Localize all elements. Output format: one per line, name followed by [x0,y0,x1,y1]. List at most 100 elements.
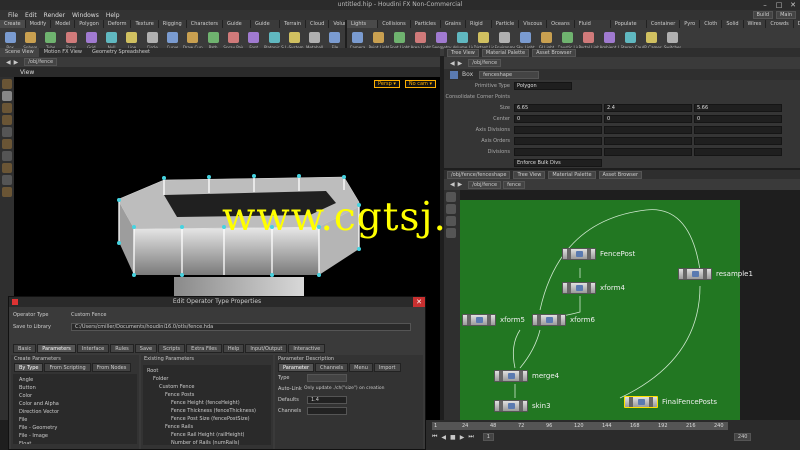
handle-tool-icon[interactable] [2,127,12,137]
scale-tool-icon[interactable] [2,115,12,125]
forward-arrow-icon[interactable]: ▶ [458,181,463,188]
param-field[interactable]: Polygon [514,81,572,90]
dialog-close-button[interactable]: ✕ [413,297,425,307]
color-icon[interactable] [446,216,456,226]
shelf-tab-polygon[interactable]: Polygon [75,20,104,28]
layout-icon[interactable] [446,192,456,202]
shelf-tab-volume[interactable]: Volume [329,20,345,28]
param-field[interactable] [604,125,692,134]
release-dropdown[interactable]: Main [776,11,796,19]
param-field[interactable] [514,125,602,134]
node-body[interactable] [678,268,712,280]
node-body[interactable] [562,248,596,260]
node-xform5[interactable]: xform5 [462,314,525,326]
shelf-tab-particles[interactable]: Particles [411,20,441,28]
shelf-tab-pyro-fx[interactable]: Pyro FX [680,20,701,28]
shelf-tab-texture[interactable]: Texture [131,20,159,28]
param-field[interactable]: 2.4 [604,103,692,112]
shelf-tab-cloud-fx[interactable]: Cloud FX [306,20,330,28]
param-tree-item[interactable]: Fence Thickness (fenceThickness) [147,407,267,415]
node-body[interactable] [462,314,496,326]
param-tree-item[interactable]: Custom Fence [147,383,267,391]
defaults-field[interactable]: 1.4 [307,395,347,404]
dialog-tab-input-output[interactable]: Input/Output [245,343,288,353]
param-tree-item[interactable]: Fence Rail Height (railHeight) [147,431,267,439]
view-tool-icon[interactable] [2,151,12,161]
param-field[interactable]: 0 [604,114,692,123]
shelf-tab-collisions[interactable]: Collisions [378,20,411,28]
param-field[interactable] [604,136,692,145]
param-type-item[interactable]: File - Geometry [19,424,131,432]
network-path-field[interactable]: /obj/fence [468,180,502,189]
network-tab-material-palette[interactable]: Material Palette [548,170,596,179]
dialog-tab-scripts[interactable]: Scripts [158,343,186,353]
shelf-tab-particle-fluids[interactable]: Particle Fluids [492,20,520,28]
play-icon[interactable]: ▶ [460,434,465,441]
param-type-item[interactable]: File [19,416,131,424]
shelf-tab-grains[interactable]: Grains [441,20,467,28]
subtab-from-scripting[interactable]: From Scripting [44,363,91,372]
param-tree-item[interactable]: Folder [147,375,267,383]
scene-path-field[interactable]: /obj/fence [24,58,58,66]
stop-icon[interactable]: ■ [450,434,456,441]
subtab-channels[interactable]: Channels [315,363,349,372]
subtab-parameter[interactable]: Parameter [278,363,315,372]
parameter-path-field[interactable]: /obj/fence [468,59,502,67]
subtab-import[interactable]: Import [373,363,401,372]
param-tab-tree-view[interactable]: Tree View [447,48,479,57]
back-arrow-icon[interactable]: ◀ [450,181,455,188]
node-fencepost[interactable]: FencePost [562,248,635,260]
param-type-item[interactable]: Color [19,392,131,400]
network-node-field[interactable]: fence [503,180,525,189]
tab-motion-fx[interactable]: Motion FX View [39,48,87,57]
param-tree-item[interactable]: Fence Rails [147,423,267,431]
subtab-by-type[interactable]: By Type [14,363,44,372]
back-arrow-icon[interactable]: ◀ [6,59,11,66]
param-type-item[interactable]: Float [19,440,131,444]
shelf-tab-crowds[interactable]: Crowds [766,20,794,28]
light-tool-icon[interactable] [2,187,12,197]
network-editor[interactable]: FencePost xform4 resample1 xform5 xform6… [460,200,753,420]
shelf-tab-container-tools[interactable]: Container Tools [647,20,681,28]
dialog-tab-rules[interactable]: Rules [110,343,134,353]
node-body[interactable] [562,282,596,294]
shelf-tab-cloth[interactable]: Cloth [700,20,723,28]
network-tab-asset-browser[interactable]: Asset Browser [598,170,643,179]
dialog-tab-help[interactable]: Help [222,343,245,353]
param-tab-material-palette[interactable]: Material Palette [481,48,530,57]
pose-tool-icon[interactable] [2,139,12,149]
play-back-icon[interactable]: ◀ [441,434,446,441]
param-type-item[interactable]: Angle [19,376,131,384]
network-tab-obj-fence-fenceshape[interactable]: /obj/fence/fenceshape [447,170,511,179]
node-finalfenceposts[interactable]: FinalFencePosts [624,396,717,408]
end-frame-field[interactable]: 240 [733,433,752,441]
snap-tool-icon[interactable] [2,163,12,173]
play-last-icon[interactable]: ⏭ [468,433,473,441]
param-type-item[interactable]: Color and Alpha [19,400,131,408]
dialog-tab-save[interactable]: Save [134,343,158,353]
maximize-button[interactable]: □ [772,0,786,10]
menu-render[interactable]: Render [44,12,65,19]
dialog-tab-interactive[interactable]: Interactive [288,343,326,353]
select-tool-icon[interactable] [2,79,12,89]
network-tab-tree-view[interactable]: Tree View [513,170,546,179]
menu-file[interactable]: File [8,12,18,19]
forward-arrow-icon[interactable]: ▶ [458,60,463,67]
param-tree-item[interactable]: Number of Rails (numRails) [147,439,267,445]
node-body[interactable] [494,400,528,412]
shelf-tab-create[interactable]: Create [0,20,26,28]
menu-windows[interactable]: Windows [72,12,99,19]
shelf-tab-characters[interactable]: Characters [187,20,224,28]
param-tree-item[interactable]: Fence Posts [147,391,267,399]
param-field[interactable]: 0 [514,114,602,123]
tab-scene-view[interactable]: Scene View [0,48,39,57]
param-type-item[interactable]: Direction Vector [19,408,131,416]
shelf-tab-lights-and-cameras[interactable]: Lights and Cameras [347,20,379,28]
param-type-item[interactable]: Button [19,384,131,392]
shelf-tab-modify[interactable]: Modify [26,20,52,28]
shelf-tab-populate-containers[interactable]: Populate Containers [611,20,647,28]
close-button[interactable]: ✕ [786,0,800,10]
param-field[interactable]: Enforce Bulk Divs [514,158,602,167]
forward-arrow-icon[interactable]: ▶ [14,59,19,66]
rotate-tool-icon[interactable] [2,103,12,113]
